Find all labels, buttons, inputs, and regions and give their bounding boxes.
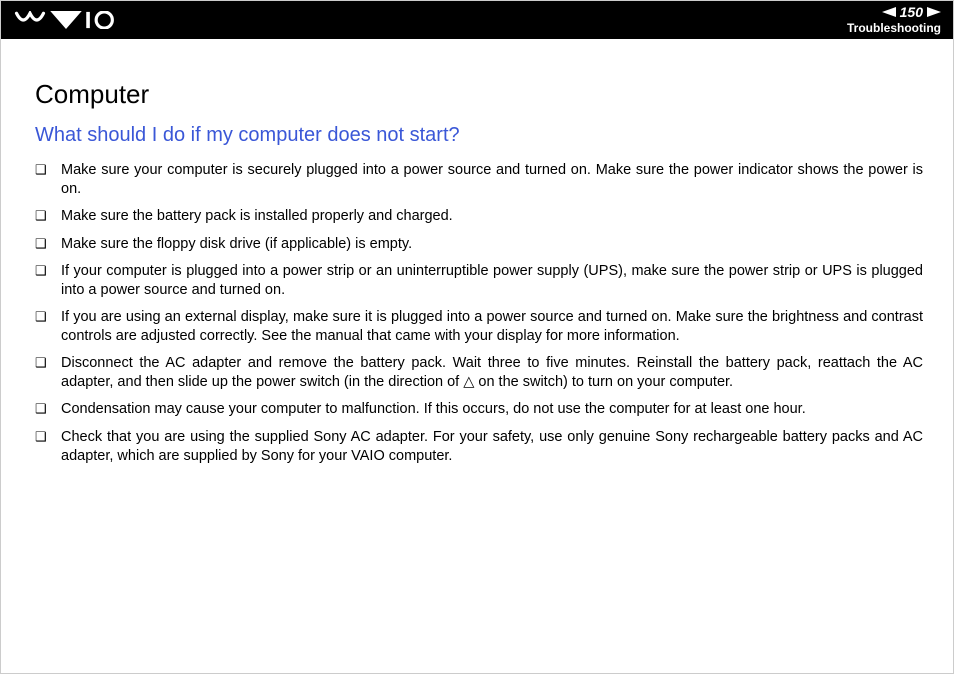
list-item-text: Make sure the battery pack is installed … (61, 207, 923, 226)
header-right: 150 Troubleshooting (847, 5, 941, 35)
bullet-icon: ❑ (35, 354, 61, 372)
bullet-icon: ❑ (35, 262, 61, 280)
page-number: 150 (900, 5, 923, 19)
list-item: ❑Make sure your computer is securely plu… (35, 161, 923, 198)
page-nav: 150 (847, 5, 941, 19)
nav-next-icon[interactable] (927, 5, 941, 19)
section-label: Troubleshooting (847, 21, 941, 35)
list-item: ❑Disconnect the AC adapter and remove th… (35, 354, 923, 391)
list-item: ❑Check that you are using the supplied S… (35, 428, 923, 465)
header-bar: 150 Troubleshooting (1, 1, 953, 39)
bullet-icon: ❑ (35, 400, 61, 418)
list-item: ❑If you are using an external display, m… (35, 308, 923, 345)
list-item: ❑If your computer is plugged into a powe… (35, 262, 923, 299)
bullet-icon: ❑ (35, 161, 61, 179)
list-item-text: Check that you are using the supplied So… (61, 428, 923, 465)
bullet-icon: ❑ (35, 428, 61, 446)
page-title: Computer (35, 79, 923, 110)
list-item-text: Disconnect the AC adapter and remove the… (61, 354, 923, 391)
list-item: ❑Make sure the battery pack is installed… (35, 207, 923, 226)
content-area: Computer What should I do if my computer… (1, 39, 953, 465)
bullet-icon: ❑ (35, 235, 61, 253)
page-subtitle: What should I do if my computer does not… (35, 124, 923, 147)
list-item-text: Make sure the floppy disk drive (if appl… (61, 235, 923, 254)
list-item: ❑Condensation may cause your computer to… (35, 400, 923, 419)
list-item-text: If your computer is plugged into a power… (61, 262, 923, 299)
list-item-text: Condensation may cause your computer to … (61, 400, 923, 419)
bullet-icon: ❑ (35, 308, 61, 326)
vaio-logo (11, 11, 121, 29)
list-item: ❑Make sure the floppy disk drive (if app… (35, 235, 923, 254)
nav-prev-icon[interactable] (882, 5, 896, 19)
bullet-icon: ❑ (35, 207, 61, 225)
list-item-text: If you are using an external display, ma… (61, 308, 923, 345)
list-item-text: Make sure your computer is securely plug… (61, 161, 923, 198)
bullet-list: ❑Make sure your computer is securely plu… (35, 161, 923, 465)
